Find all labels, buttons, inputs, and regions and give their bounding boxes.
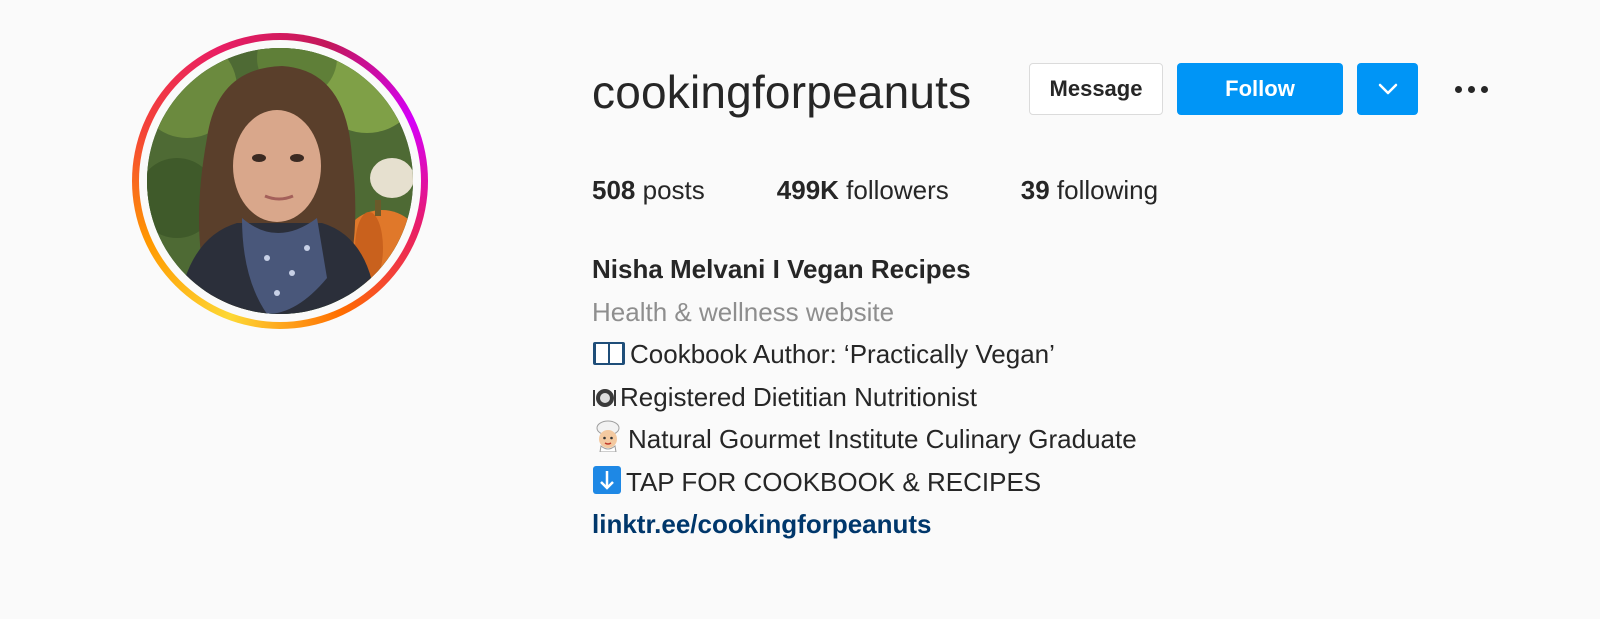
message-button[interactable]: Message	[1029, 63, 1163, 115]
following-count: 39	[1020, 175, 1050, 205]
chevron-down-icon	[1378, 83, 1397, 95]
posts-label: posts	[642, 175, 705, 205]
profile-stats: 508 posts 499K followers 39 following	[592, 172, 1230, 208]
bio-line: Natural Gourmet Institute Culinary Gradu…	[592, 418, 1137, 461]
following-stat[interactable]: 39 following	[1021, 172, 1158, 208]
posts-count: 508	[592, 175, 636, 205]
profile-header: cookingforpeanuts Message Follow 508 pos…	[0, 0, 1600, 619]
followers-label: followers	[846, 175, 949, 205]
bio-line: Registered Dietitian Nutritionist	[592, 376, 1137, 419]
category-label: Health & wellness website	[592, 296, 895, 327]
bio-line: TAP FOR COOKBOOK & RECIPES	[592, 461, 1137, 504]
story-ring[interactable]	[132, 33, 428, 329]
more-options-icon[interactable]	[1448, 72, 1494, 106]
following-label: following	[1056, 175, 1159, 205]
chef-icon	[596, 420, 620, 452]
posts-stat: 508 posts	[592, 172, 705, 208]
bio: Nisha Melvani I Vegan Recipes Health & w…	[592, 248, 1137, 546]
avatar[interactable]	[147, 48, 413, 314]
bio-line: Cookbook Author: ‘Practically Vegan’	[592, 333, 1137, 376]
plate-icon	[593, 388, 616, 407]
display-name: Nisha Melvani I Vegan Recipes	[592, 254, 971, 284]
followers-count: 499K	[776, 175, 839, 205]
follow-button[interactable]: Follow	[1177, 63, 1343, 115]
bio-link[interactable]: linktr.ee/cookingforpeanuts	[592, 503, 1137, 546]
followers-stat[interactable]: 499K followers	[777, 172, 949, 208]
down-arrow-icon	[593, 465, 621, 494]
open-book-icon	[593, 342, 625, 365]
suggested-accounts-button[interactable]	[1357, 63, 1418, 115]
avatar-photo	[147, 48, 413, 314]
username: cookingforpeanuts	[592, 66, 972, 118]
